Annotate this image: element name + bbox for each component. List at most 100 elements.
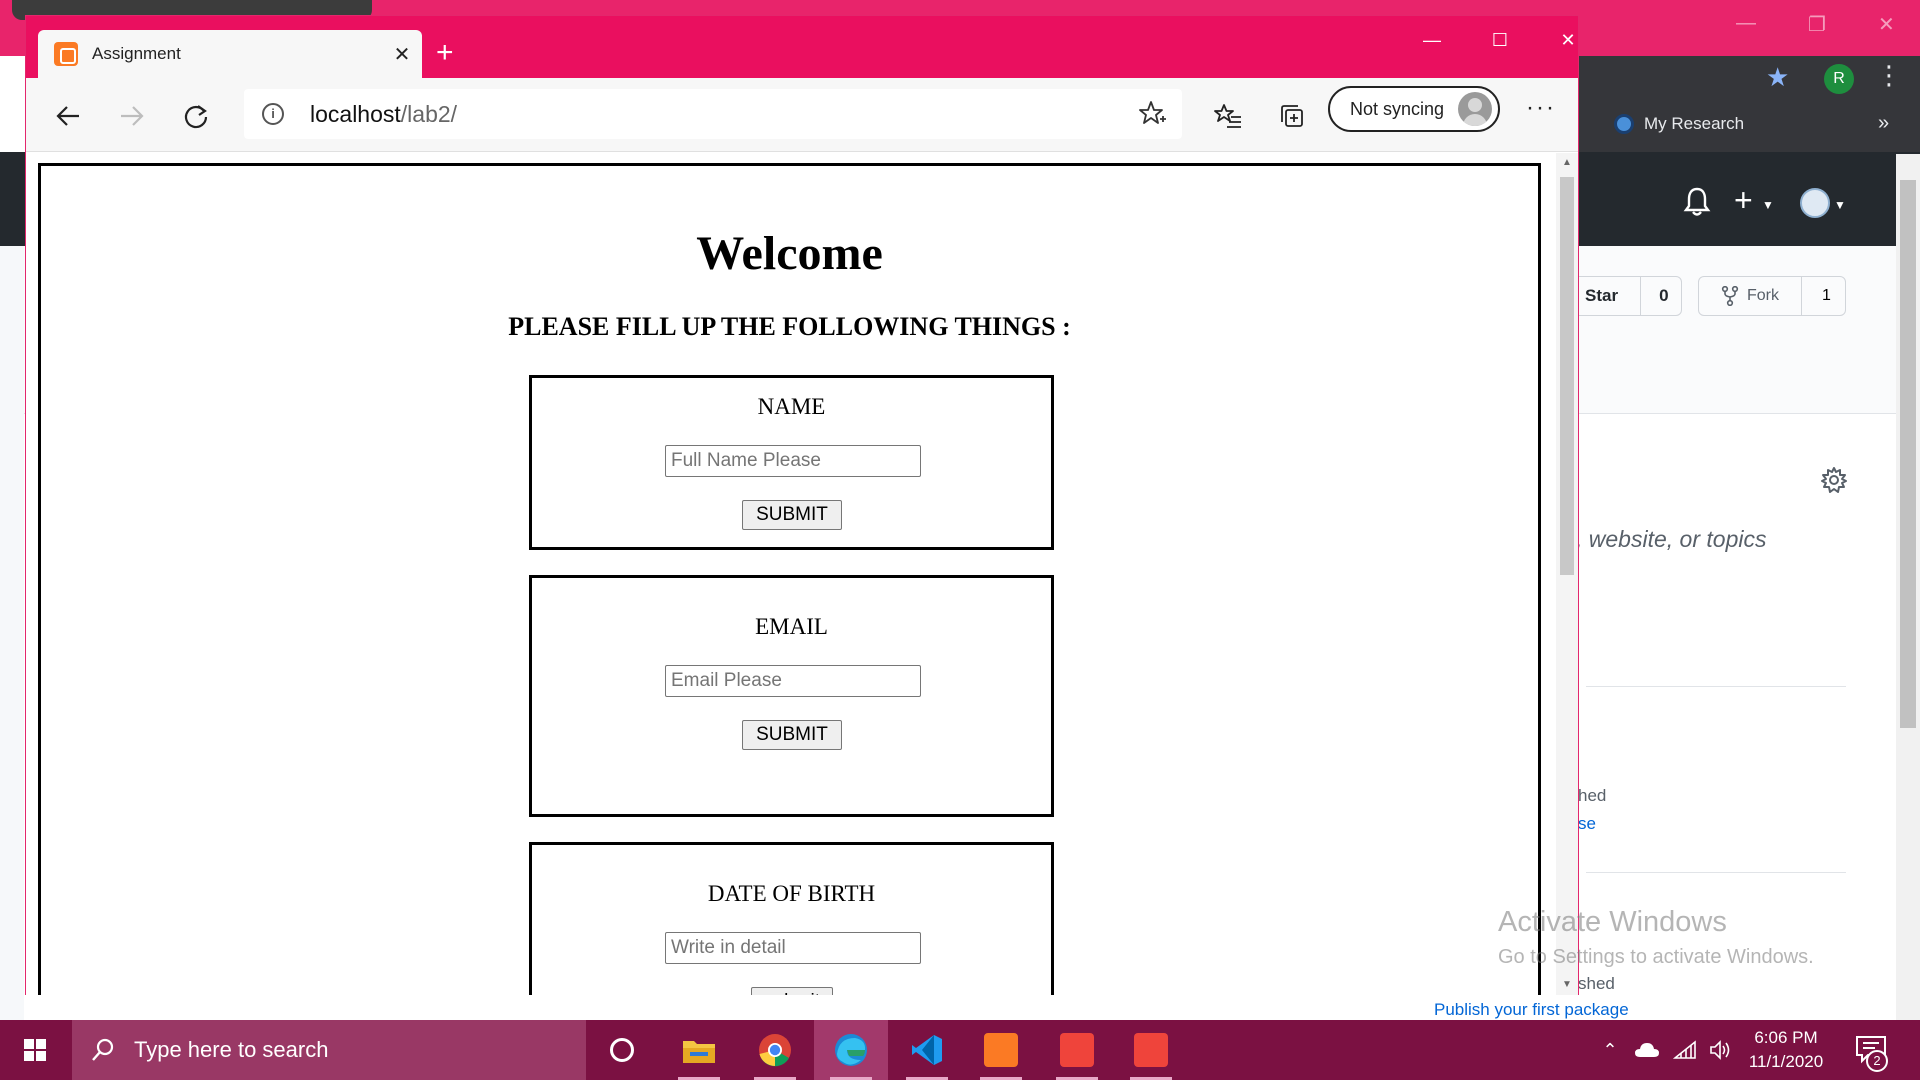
fork-icon (1721, 286, 1739, 306)
address-path: /lab2/ (400, 101, 458, 127)
background-restore-icon[interactable]: ❐ (1808, 12, 1826, 37)
add-favorite-star-icon[interactable] (1138, 99, 1168, 129)
back-button[interactable] (50, 98, 86, 134)
maximize-icon[interactable]: ☐ (1476, 30, 1524, 51)
sidebar-divider (1586, 872, 1846, 873)
back-arrow-icon (56, 106, 79, 126)
sidebar-link-fragment[interactable]: se (1578, 814, 1596, 834)
cortana-icon[interactable] (610, 1038, 634, 1062)
activate-windows-subtitle: Go to Settings to activate Windows. (1498, 946, 1814, 968)
taskbar-edge[interactable] (814, 1020, 888, 1080)
scroll-down-icon[interactable]: ▼ (1560, 979, 1574, 990)
show-hidden-icons-chevron-icon[interactable]: ⌃ (1596, 1020, 1624, 1080)
fork-label: Fork (1747, 287, 1779, 304)
about-settings-gear-icon[interactable] (1820, 466, 1848, 494)
xampp-favicon-icon (54, 42, 78, 66)
minimize-icon[interactable]: — (1408, 30, 1456, 51)
window-close-icon[interactable]: ✕ (1544, 30, 1592, 51)
taskbar-chrome[interactable] (738, 1020, 812, 1080)
bookmark-star-icon[interactable]: ★ (1766, 62, 1789, 93)
clock-date: 11/1/2020 (1748, 1052, 1824, 1071)
bookmarks-overflow-icon[interactable]: » (1878, 112, 1889, 135)
profile-avatar-icon (1458, 92, 1492, 126)
anydesk-icon (1060, 1033, 1094, 1067)
taskbar-search-box[interactable]: Type here to search (72, 1020, 586, 1080)
dob-input[interactable] (665, 932, 921, 964)
settings-more-icon[interactable]: ··· (1526, 94, 1556, 122)
page-title: Welcome (696, 227, 883, 280)
name-input[interactable] (665, 445, 921, 477)
fork-button[interactable]: Fork 1 (1698, 276, 1846, 316)
notifications-bell-icon[interactable] (1682, 186, 1712, 218)
page-viewport: Welcome PLEASE FILL UP THE FOLLOWING THI… (26, 153, 1578, 995)
address-bar[interactable]: i localhost/lab2/ (244, 89, 1182, 139)
edge-toolbar: i localhost/lab2/ Not syncing ··· (26, 78, 1578, 152)
sidebar-divider (1586, 686, 1846, 687)
site-info-icon[interactable]: i (262, 103, 284, 125)
taskbar: Type here to search ⌃ 6:06 PM 11/1/2020 … (0, 1020, 1920, 1080)
forward-arrow-icon (121, 106, 144, 126)
create-new-plus-icon[interactable]: + (1734, 182, 1753, 218)
page-scrollbar[interactable]: ▲ ▼ (1556, 153, 1578, 995)
github-user-avatar[interactable] (1800, 188, 1830, 218)
collections-icon (1281, 105, 1303, 127)
taskbar-vscode[interactable] (890, 1020, 964, 1080)
dob-submit-button[interactable]: submit (751, 987, 833, 995)
refresh-button[interactable] (178, 98, 214, 134)
chrome-menu-icon[interactable]: ⋮ (1876, 60, 1902, 90)
sync-label: Not syncing (1350, 98, 1445, 119)
email-label: EMAIL (755, 614, 828, 639)
windows-logo-icon (24, 1039, 46, 1061)
taskbar-file-explorer[interactable] (662, 1020, 736, 1080)
page-container: Welcome PLEASE FILL UP THE FOLLOWING THI… (38, 163, 1541, 995)
onedrive-cloud-icon[interactable] (1630, 1020, 1664, 1080)
background-scrollbar-thumb[interactable] (1900, 180, 1916, 728)
background-minimize-icon[interactable]: — (1736, 12, 1756, 35)
address-host: localhost (310, 101, 401, 127)
new-tab-plus-icon[interactable]: + (436, 36, 454, 70)
refresh-icon (184, 105, 208, 129)
taskbar-anydesk-second[interactable] (1114, 1020, 1188, 1080)
sidebar-text-fragment: shed (1578, 974, 1615, 993)
chrome-icon (759, 1034, 791, 1067)
edge-window: Assignment ✕ + — ☐ ✕ i localhost/lab2/ N… (25, 15, 1579, 995)
chrome-profile-avatar[interactable]: R (1824, 64, 1854, 94)
email-form: EMAIL SUBMIT (529, 575, 1054, 817)
bookmark-favicon-icon (1614, 114, 1634, 134)
publish-package-link[interactable]: Publish your first package (1434, 1000, 1629, 1020)
favorites-list-icon (1214, 104, 1241, 128)
taskbar-xampp[interactable] (964, 1020, 1038, 1080)
bookmark-label: My Research (1644, 114, 1745, 133)
tab-close-icon[interactable]: ✕ (382, 42, 422, 67)
tab-assignment[interactable]: Assignment ✕ (38, 30, 422, 78)
start-button[interactable] (0, 1020, 70, 1080)
search-placeholder: Type here to search (134, 1037, 329, 1062)
star-count: 0 (1640, 277, 1669, 315)
name-form: NAME SUBMIT (529, 375, 1054, 550)
edge-icon (835, 1034, 867, 1066)
taskbar-anydesk[interactable] (1040, 1020, 1114, 1080)
background-close-icon[interactable]: ✕ (1878, 12, 1895, 37)
create-caret-icon[interactable]: ▼ (1762, 198, 1774, 212)
forward-button[interactable] (114, 98, 150, 134)
name-submit-button[interactable]: SUBMIT (742, 500, 842, 530)
favorites-button[interactable] (1210, 98, 1246, 134)
address-text: localhost/lab2/ (310, 101, 457, 128)
profile-sync-button[interactable]: Not syncing (1328, 86, 1500, 132)
bookmark-my-research[interactable]: My Research (1614, 114, 1744, 134)
background-left-margin (0, 246, 24, 1020)
search-icon (92, 1038, 114, 1061)
wifi-icon[interactable] (1668, 1020, 1702, 1080)
clock-time: 6:06 PM (1754, 1028, 1818, 1047)
scrollbar-thumb[interactable] (1560, 177, 1574, 575)
email-input[interactable] (665, 665, 921, 697)
avatar-caret-icon[interactable]: ▼ (1834, 198, 1846, 212)
taskbar-clock[interactable]: 6:06 PM 11/1/2020 (1740, 1026, 1832, 1074)
vscode-icon (912, 1035, 942, 1065)
page-subtitle: PLEASE FILL UP THE FOLLOWING THINGS : (508, 312, 1071, 341)
email-submit-button[interactable]: SUBMIT (742, 720, 842, 750)
notification-count-badge: 2 (1866, 1050, 1888, 1072)
volume-icon[interactable] (1704, 1020, 1738, 1080)
collections-button[interactable] (1274, 98, 1310, 134)
scroll-up-icon[interactable]: ▲ (1560, 157, 1574, 168)
